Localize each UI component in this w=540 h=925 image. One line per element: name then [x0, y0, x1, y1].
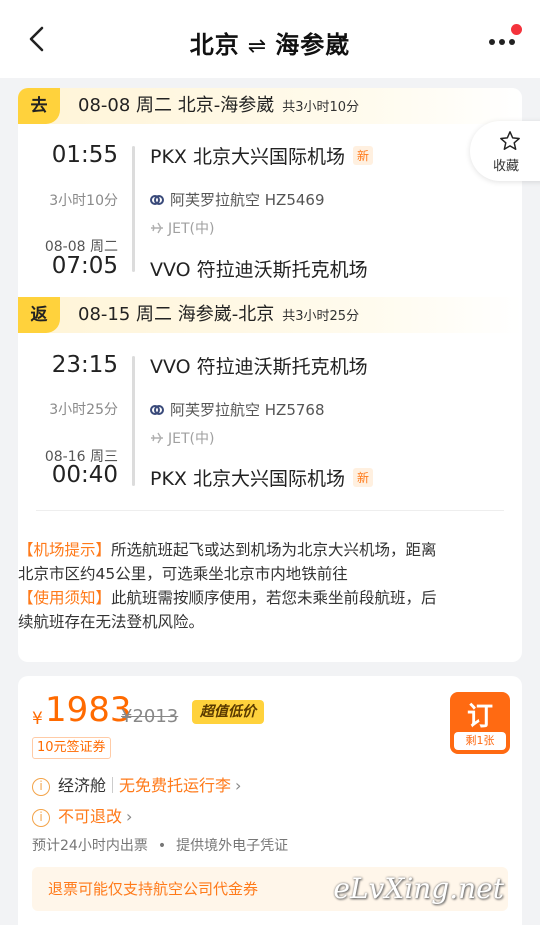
outbound-arr-airport: VVO 符拉迪沃斯托克机场 [150, 259, 368, 281]
plane-icon [151, 432, 163, 444]
refund-policy-row[interactable]: i 不可退改 › [32, 803, 132, 827]
return-header: 返 08-15 周二 海参崴-北京 共3小时25分 [18, 297, 522, 333]
airline-logo-icon [150, 195, 164, 205]
new-badge: 新 [352, 146, 373, 165]
cabin-class: 经济舱 [58, 776, 107, 795]
outbound-dep-airport: PKX 北京大兴国际机场新 [150, 142, 373, 169]
return-arr-time: 00:40 [51, 462, 118, 488]
visa-coupon-tag[interactable]: 10元签证券 [32, 737, 111, 759]
airport-notice: 【机场提示】所选航班起飞或达到机场为北京大兴机场，距离 北京市区约45公里，可选… [18, 541, 437, 583]
from-city: 北京 [189, 31, 240, 59]
chevron-right-icon: › [235, 776, 242, 795]
cabin-baggage-row[interactable]: i 经济舱 无免费托运行李 › [32, 772, 241, 796]
ticketing-note: 预计24小时内出票 • 提供境外电子凭证 [32, 838, 289, 854]
star-icon [500, 131, 520, 150]
outbound-timeline [132, 146, 135, 272]
return-tag: 返 [18, 297, 60, 333]
favorite-label: 收藏 [493, 159, 520, 174]
return-arr-airport: PKX 北京大兴国际机场新 [150, 464, 373, 491]
route-title: 北京 ⇌ 海参崴 [0, 25, 540, 60]
info-icon: i [32, 809, 50, 827]
book-button[interactable]: 订 剩1张 [450, 692, 510, 754]
plane-icon [151, 222, 163, 234]
baggage-info: 无免费托运行李 [119, 776, 232, 795]
original-price: ¥2013 [121, 706, 179, 727]
round-trip-arrow-icon: ⇌ [247, 34, 268, 59]
return-dep-time: 23:15 [51, 352, 118, 378]
outbound-arr-time: 07:05 [51, 253, 118, 279]
price: 1983 [45, 690, 132, 730]
outbound-title: 08-08 周二 北京-海参崴 共3小时10分 [78, 95, 360, 116]
return-title: 08-15 周二 海参崴-北京 共3小时25分 [78, 304, 360, 325]
return-aircraft: JET(中) [150, 428, 214, 448]
return-dep-airport: VVO 符拉迪沃斯托克机场 [150, 356, 368, 378]
usage-notice: 【使用须知】此航班需按顺序使用，若您未乘坐前段航班，后 续航班存在无法登机风险。 [18, 589, 437, 631]
currency-symbol: ¥ [32, 709, 43, 729]
chevron-right-icon: › [126, 807, 133, 826]
airline-logo-icon [150, 405, 164, 415]
outbound-aircraft: JET(中) [150, 218, 214, 238]
itinerary-card: 去 08-08 周二 北京-海参崴 共3小时10分 01:55 PKX 北京大兴国… [18, 88, 522, 662]
deal-badge: 超值低价 [192, 700, 264, 724]
outbound-total-duration: 共3小时10分 [282, 100, 360, 115]
seats-left: 剩1张 [454, 732, 506, 750]
info-icon: i [32, 778, 50, 796]
book-label: 订 [466, 702, 493, 732]
return-total-duration: 共3小时25分 [282, 309, 360, 324]
outbound-header: 去 08-08 周二 北京-海参崴 共3小时10分 [18, 88, 522, 124]
outbound-duration: 3小时10分 [49, 193, 118, 209]
to-city: 海参崴 [275, 31, 351, 59]
notification-dot [511, 24, 522, 35]
price-card: ¥ 1983 ¥2013 超值低价 10元签证券 i 经济舱 无免费托运行李 › i不… [18, 676, 522, 925]
refund-policy: 不可退改 [58, 807, 123, 826]
new-badge: 新 [352, 468, 373, 487]
top-nav-bar: 北京 ⇌ 海参崴 [0, 0, 540, 78]
outbound-airline: 阿芙罗拉航空 HZ5469 [150, 189, 325, 210]
favorite-button[interactable]: 收藏 [470, 121, 540, 181]
outbound-dep-time: 01:55 [51, 142, 118, 168]
return-timeline [132, 356, 135, 486]
return-duration: 3小时25分 [49, 402, 118, 418]
outbound-tag: 去 [18, 88, 60, 124]
return-airline: 阿芙罗拉航空 HZ5768 [150, 399, 325, 420]
watermark: eLvXing.net [333, 872, 504, 905]
refund-voucher-note: 退票可能仅支持航空公司代金券 eLvXing.net [32, 867, 508, 911]
divider [36, 510, 504, 511]
